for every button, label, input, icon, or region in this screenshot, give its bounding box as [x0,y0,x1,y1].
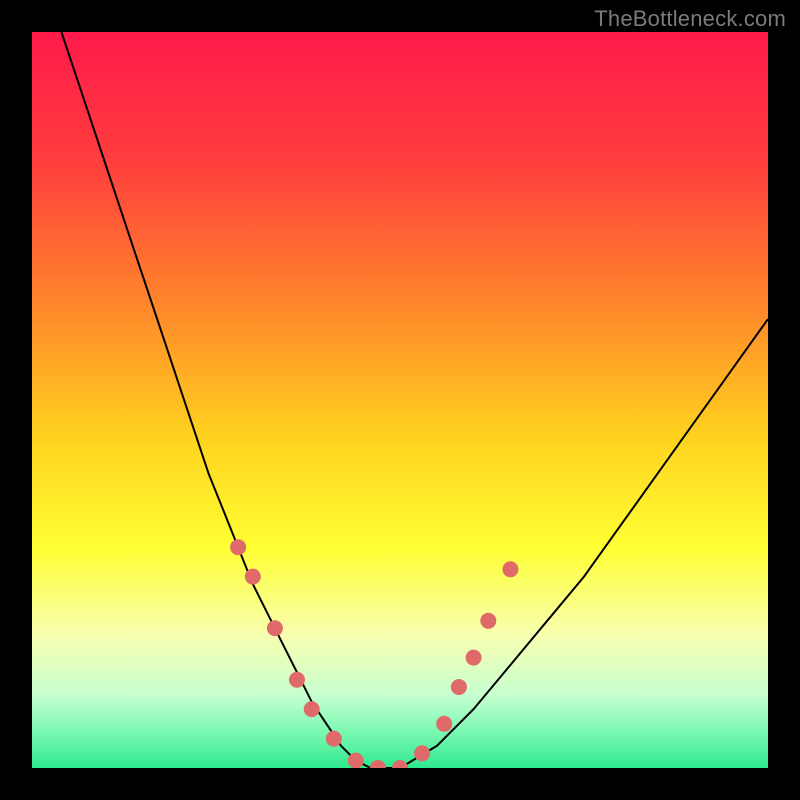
curve-layer [32,32,768,768]
curve-marker [466,650,482,666]
curve-marker [451,679,467,695]
curve-marker [370,760,386,768]
curve-marker [502,561,518,577]
curve-marker [245,569,261,585]
curve-marker [326,731,342,747]
curve-marker [392,760,408,768]
curve-marker [348,753,364,768]
curve-markers [230,539,518,768]
curve-marker [230,539,246,555]
bottleneck-curve [61,32,768,768]
curve-marker [414,745,430,761]
curve-marker [304,701,320,717]
curve-marker [267,620,283,636]
curve-marker [289,672,305,688]
curve-marker [480,613,496,629]
curve-marker [436,716,452,732]
plot-area [32,32,768,768]
chart-stage: TheBottleneck.com [0,0,800,800]
watermark-label: TheBottleneck.com [594,6,786,32]
